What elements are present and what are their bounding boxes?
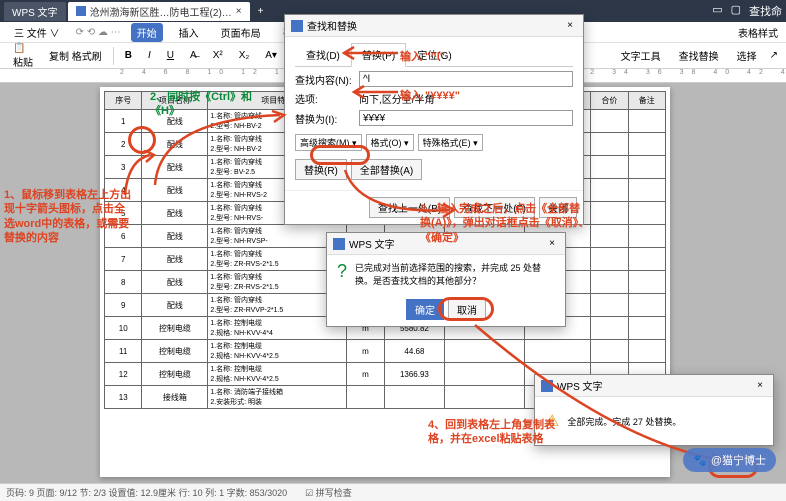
super-button[interactable]: X² [208, 47, 228, 64]
status-mode: 拼写检查 [316, 488, 352, 498]
close-icon[interactable]: × [545, 238, 559, 249]
close-button[interactable]: 关闭 [539, 197, 577, 218]
paste-button[interactable]: 📋粘贴 [8, 40, 38, 72]
question-icon: ? [337, 261, 347, 282]
tab-replace[interactable]: 替换(P) [351, 43, 406, 67]
close-icon[interactable]: × [753, 380, 767, 391]
replace-input[interactable] [359, 110, 573, 126]
replace-button[interactable]: 替换(R) [295, 159, 347, 180]
dialog-title: WPS 文字 [557, 378, 603, 393]
col-header: 备注 [628, 92, 665, 110]
find-prev-button[interactable]: 查找上一处(B) [369, 197, 450, 218]
tab-layout[interactable]: 页面布局 [215, 23, 267, 42]
wps-icon [333, 238, 345, 250]
strike-button[interactable]: A̶ [185, 47, 202, 64]
ok-button[interactable]: 确定 [406, 299, 444, 320]
confirm-msg: 已完成对当前选择范围的搜索，并完成 25 处替换。是否查找文档的其他部分？ [355, 261, 555, 287]
restore-icon[interactable]: ▢ [731, 3, 741, 19]
special-combo[interactable]: 特殊格式(E) ▾ [418, 134, 483, 151]
tab-insert[interactable]: 插入 [173, 23, 205, 42]
arrow-icon[interactable]: ↗ [770, 50, 778, 61]
table-row[interactable]: 11控制电缆1.名称: 控制电缆 2.规格: NH-KVV-4*2.5m44.6… [105, 340, 666, 363]
app-tab[interactable]: WPS 文字 [4, 2, 66, 21]
paw-icon: 🐾 [693, 454, 707, 467]
statusbar: 页码: 9 页面: 9/12 节: 2/3 设置值: 12.9厘米 行: 10 … [0, 483, 786, 501]
format-combo[interactable]: 格式(O) ▾ [366, 134, 414, 151]
tab-goto[interactable]: 定位(G) [406, 43, 462, 66]
find-next-button[interactable]: 查找下一处(F) [454, 197, 535, 218]
underline-button[interactable]: U [162, 47, 179, 64]
cancel-button[interactable]: 取消 [448, 299, 486, 320]
opts-text: 向下,区分全/半角 [359, 91, 435, 106]
watermark: 🐾 @猫宁博士 [683, 448, 776, 472]
warning-icon: ⚠ [545, 411, 559, 431]
tab-home[interactable]: 开始 [131, 23, 163, 42]
add-tab-icon[interactable]: + [252, 6, 270, 17]
find-replace-dialog: 查找和替换 × 查找(D) 替换(P) 定位(G) 查找内容(N): 选项: 向… [284, 14, 584, 225]
replace-label: 替换为(I): [295, 111, 355, 126]
dialog-title: 查找和替换 [307, 18, 357, 33]
find-label: 查找内容(N): [295, 72, 355, 87]
close-icon[interactable]: × [563, 20, 577, 31]
find-input[interactable] [359, 71, 573, 87]
doc-tab[interactable]: 沧州渤海新区胜…防电工程(2)… × [68, 2, 250, 21]
status-page: 页码: 9 页面: 9/12 节: 2/3 设置值: 12.9厘米 行: 10 … [6, 486, 287, 499]
group-table-style[interactable]: 表格样式 [738, 25, 778, 40]
tab-find[interactable]: 查找(D) [295, 43, 351, 66]
bold-button[interactable]: B [120, 47, 137, 64]
opts-label: 选项: [295, 91, 355, 106]
done-dialog: WPS 文字 × ⚠ 全部完成。完成 27 处替换。 [534, 374, 774, 446]
close-tab-icon[interactable]: × [236, 6, 242, 17]
replace-all-button[interactable]: 全部替换(A) [351, 159, 422, 180]
done-msg: 全部完成。完成 27 处替换。 [567, 415, 681, 428]
select-btn[interactable]: 选择 [732, 45, 762, 66]
sub-button[interactable]: X₂ [234, 47, 255, 64]
search-cmd[interactable]: 查找命 [749, 3, 782, 19]
wps-icon [291, 20, 303, 32]
copy-format[interactable]: 复制 格式刷 [44, 45, 107, 66]
menu-icon[interactable]: ▭ [712, 3, 722, 19]
col-header: 项目名称 [142, 92, 208, 110]
italic-button[interactable]: I [143, 47, 156, 64]
confirm-dialog: WPS 文字 × ? 已完成对当前选择范围的搜索，并完成 25 处替换。是否查找… [326, 232, 566, 327]
highlight-button[interactable]: A▾ [260, 47, 282, 64]
dialog-title: WPS 文字 [349, 236, 395, 251]
col-header: 序号 [105, 92, 142, 110]
adv-search[interactable]: 高级搜索(M) ▾ [295, 134, 362, 151]
col-header: 合价 [591, 92, 628, 110]
find-replace-btn[interactable]: 查找替换 [674, 45, 724, 66]
text-tool[interactable]: 文字工具 [616, 45, 666, 66]
wps-icon [541, 380, 553, 392]
wps-icon [76, 6, 86, 16]
